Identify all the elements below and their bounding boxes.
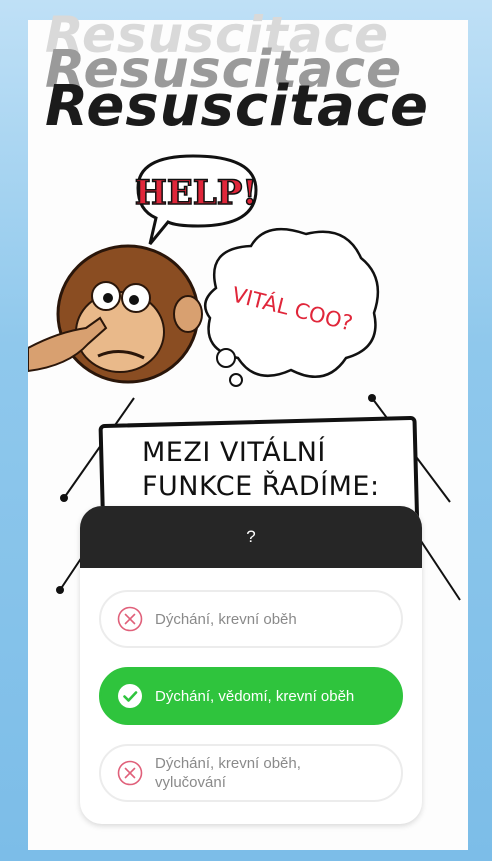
check-circle-icon [118, 684, 142, 708]
poll-option-label: Dýchání, krevní oběh [155, 610, 297, 628]
poll-option-3[interactable]: Dýchání, krevní oběh, vylučování [99, 744, 403, 802]
poll-question: ? [80, 506, 422, 568]
help-text: HELP! [135, 173, 257, 213]
poll-option-1[interactable]: Dýchání, krevní oběh [99, 590, 403, 648]
x-circle-icon [117, 760, 143, 786]
notice-text: MEZI VITÁLNÍ FUNKCE ŘADÍME: [142, 436, 402, 504]
page-title: Resuscitace [45, 74, 429, 139]
x-circle-icon [117, 606, 143, 632]
quiz-poll-card: ? Dýchání, krevní oběh Dýchání, vědomí, … [80, 506, 422, 824]
notice-line-2: FUNKCE ŘADÍME: [142, 471, 380, 502]
poll-option-label: Dýchání, vědomí, krevní oběh [155, 687, 355, 705]
notice-line-1: MEZI VITÁLNÍ [142, 437, 326, 468]
monkey-illustration [28, 244, 203, 384]
poll-option-2[interactable]: Dýchání, vědomí, krevní oběh [99, 667, 403, 725]
poll-option-label: Dýchání, krevní oběh, vylučování [155, 755, 301, 791]
thought-cloud: VITÁL COO? [203, 227, 380, 387]
